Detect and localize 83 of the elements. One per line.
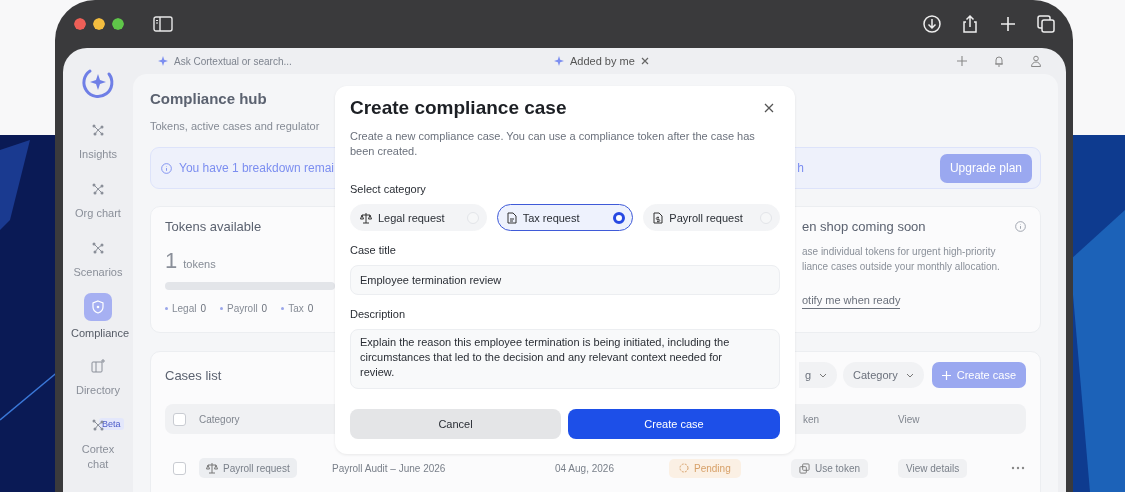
- legend-dot: [281, 307, 285, 310]
- plus-icon[interactable]: [998, 14, 1018, 34]
- scales-icon: [360, 211, 372, 224]
- title-field[interactable]: Employee termination review: [350, 265, 780, 295]
- share-icon[interactable]: [960, 14, 980, 34]
- info-icon: [1015, 221, 1026, 232]
- more-icon[interactable]: [1011, 466, 1025, 470]
- cancel-button[interactable]: Cancel: [350, 409, 561, 439]
- view-details-button[interactable]: View details: [898, 458, 968, 478]
- window-control-icon: [74, 18, 86, 30]
- beta-badge: Beta: [99, 418, 124, 430]
- card-title: en shop coming soon: [802, 219, 926, 234]
- description-field[interactable]: Explain the reason this employee termination is being initiated, including the circumstances that led to the decision and any relevant context needed for review.: [350, 329, 780, 389]
- tabs-icon[interactable]: [1036, 14, 1056, 34]
- legend-value: 0: [200, 303, 207, 314]
- download-icon[interactable]: [922, 14, 942, 34]
- column-header: ken: [802, 413, 821, 425]
- close-icon: [764, 103, 774, 113]
- legend-dot: [220, 307, 224, 310]
- category-option[interactable]: Legal request: [350, 204, 487, 231]
- nodes-icon: [91, 241, 105, 255]
- sparkle-icon: [158, 56, 168, 66]
- user-icon[interactable]: [1029, 54, 1043, 68]
- nodes-icon: [91, 123, 105, 137]
- card-text: liance cases outside your monthly allocation.: [802, 260, 1001, 274]
- field-label: Select category: [350, 183, 427, 195]
- category-tag: Payroll request: [199, 458, 297, 478]
- close-icon: [640, 57, 649, 65]
- status-badge: Pending: [669, 458, 741, 478]
- filter-dropdown[interactable]: Category: [843, 362, 924, 388]
- card-text: ase individual tokens for urgent high-priority: [802, 245, 997, 259]
- window-control-icon: [93, 18, 105, 30]
- filter-dropdown[interactable]: g: [798, 362, 838, 388]
- sidebar-item[interactable]: Compliance: [63, 295, 133, 354]
- dialog-title: Create compliance case: [350, 97, 567, 119]
- filter-chip[interactable]: Added by me: [548, 50, 655, 72]
- directory-icon: [91, 359, 105, 373]
- legend-value: 0: [307, 303, 314, 314]
- page-title: Compliance hub: [150, 90, 268, 107]
- column-header: Category: [199, 413, 241, 425]
- spinner-icon: [679, 463, 689, 473]
- notify-link[interactable]: otify me when ready: [802, 294, 901, 309]
- window-control-icon: [112, 18, 124, 30]
- dialog-description: Create a new compliance case. You can use a compliance token after the case has been created.: [350, 129, 756, 159]
- banner-text: You have 1 breakdown remai: [179, 161, 334, 175]
- column-header: View: [898, 413, 921, 425]
- search-field[interactable]: Ask Cortextual or search...: [174, 55, 514, 67]
- table-cell-text: Payroll Audit – June 2026: [332, 462, 447, 474]
- token-unit: tokens: [183, 258, 216, 270]
- shield-icon: [91, 300, 105, 314]
- sidebar-item[interactable]: Insights: [63, 118, 133, 177]
- legend-label: Legal: [172, 303, 197, 314]
- info-icon: [161, 162, 172, 174]
- category-option[interactable]: Tax request: [496, 204, 634, 231]
- card-title: Cases list: [165, 367, 222, 383]
- use-token-button[interactable]: Use token: [791, 458, 869, 478]
- legend-label: Payroll: [227, 303, 258, 314]
- token-count: 1: [165, 248, 178, 274]
- token-icon: [799, 462, 810, 474]
- legend-value: 0: [261, 303, 268, 314]
- table-cell-text: 04 Aug, 2026: [555, 462, 615, 474]
- checkbox[interactable]: [173, 461, 186, 475]
- bell-icon[interactable]: [992, 54, 1006, 68]
- category-option[interactable]: Payroll request: [643, 204, 780, 231]
- field-label: Description: [350, 308, 407, 320]
- plus-icon: [941, 370, 951, 380]
- sparkle-icon: [554, 56, 564, 66]
- dollar-document-icon: [653, 211, 664, 224]
- document-icon: [506, 211, 517, 224]
- sidebar-item[interactable]: Org chart: [63, 177, 133, 236]
- scales-icon: [206, 462, 218, 474]
- nodes-icon: [91, 182, 105, 196]
- banner-text: h: [797, 161, 804, 175]
- create-button[interactable]: Create case: [568, 409, 780, 439]
- legend-label: Tax: [288, 303, 304, 314]
- field-label: Case title: [350, 244, 397, 256]
- close-button[interactable]: [762, 101, 776, 115]
- chevron-icon: [819, 372, 828, 378]
- sidebar-toggle-icon[interactable]: [153, 14, 173, 34]
- chevron-icon: [905, 372, 914, 378]
- checkbox[interactable]: [173, 412, 186, 426]
- page-subtitle: Tokens, active cases and regulator: [150, 120, 321, 132]
- legend-dot: [165, 307, 168, 310]
